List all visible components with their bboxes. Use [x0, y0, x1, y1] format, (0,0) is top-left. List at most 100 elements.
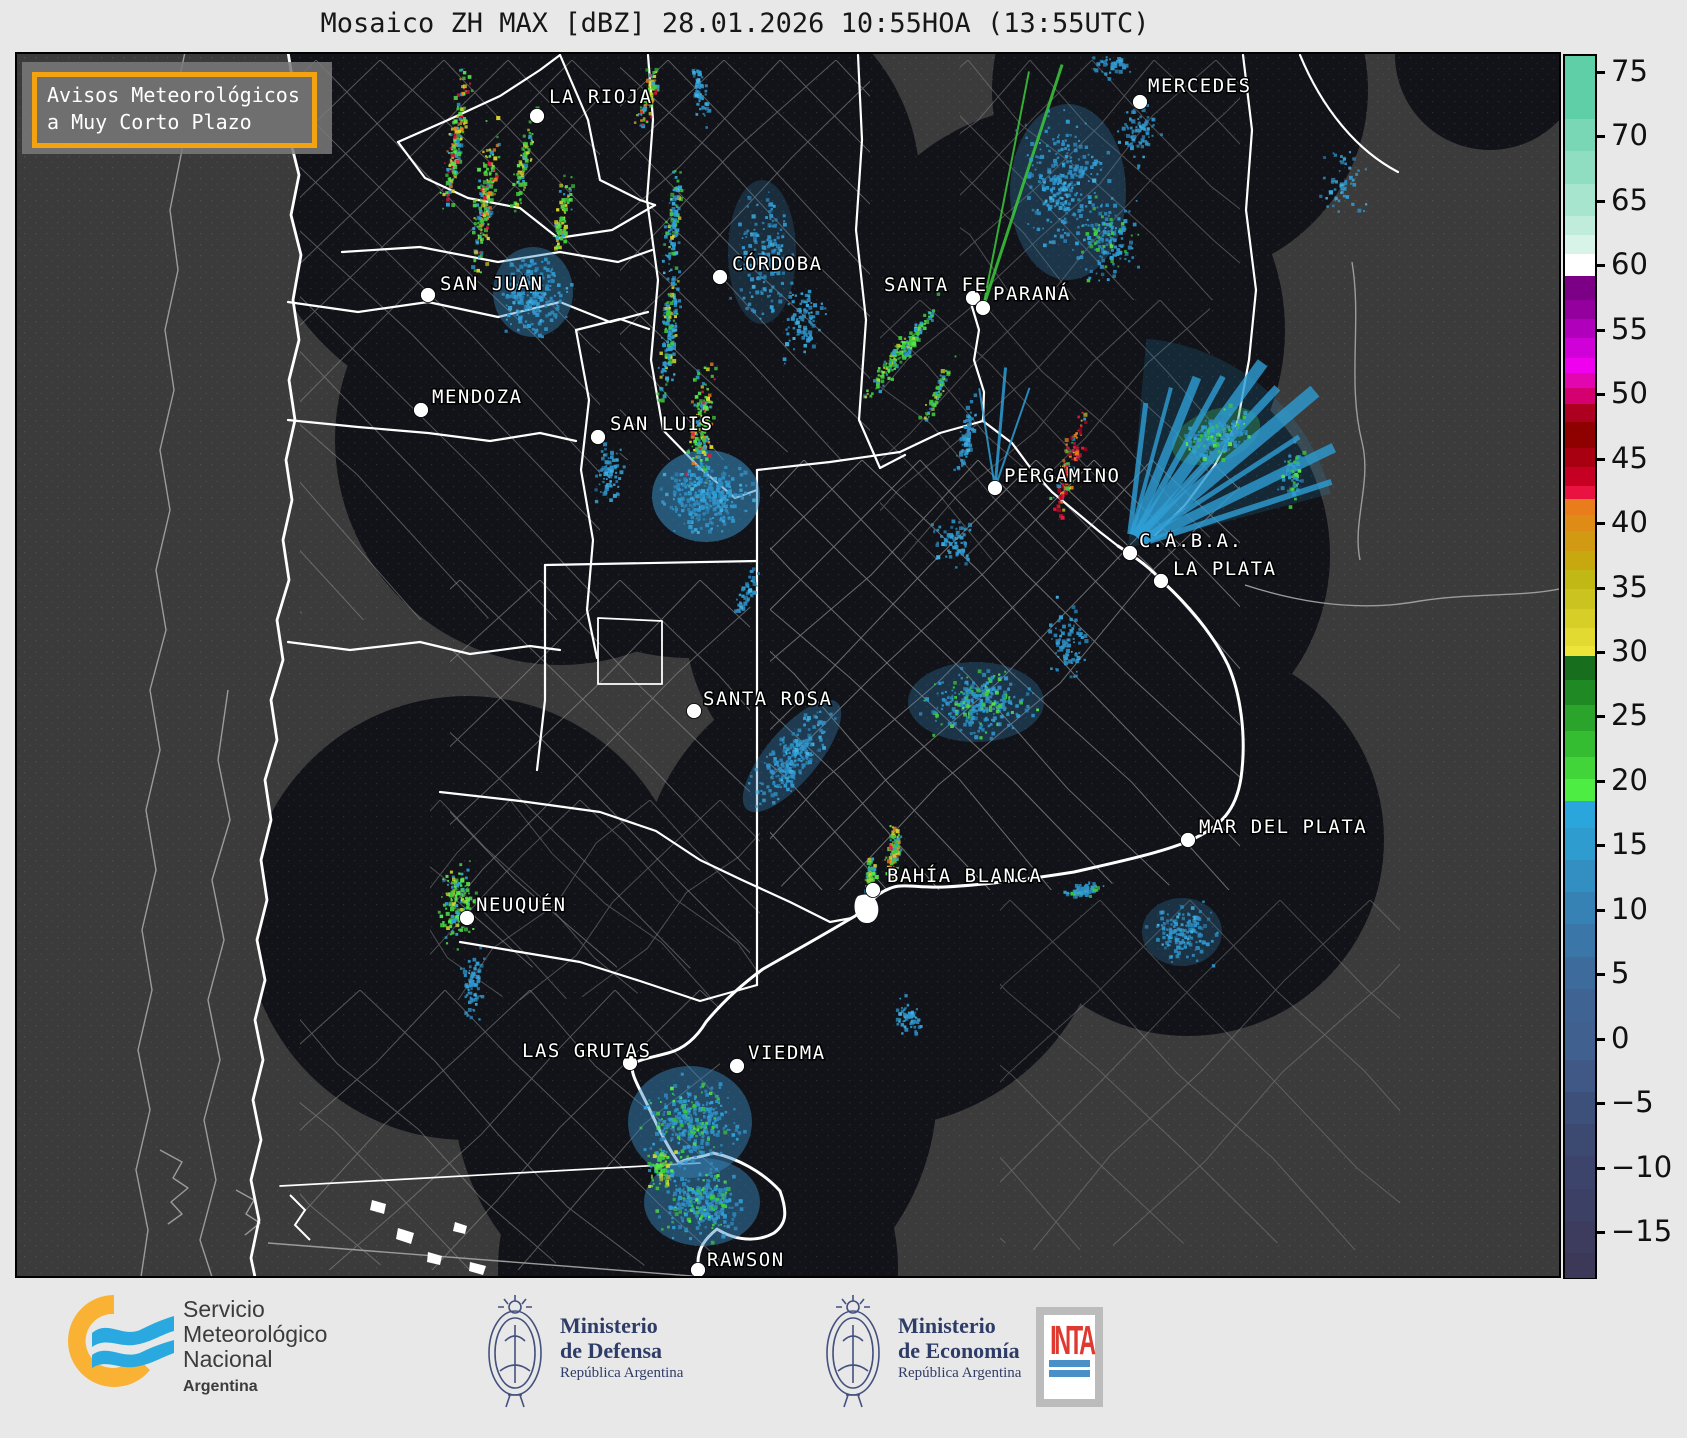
economia-logo-text: Ministerio de Economía República Argenti…: [898, 1313, 1021, 1383]
colorbar-tick-label: −15: [1611, 1213, 1673, 1248]
city-label: MERCEDES: [1148, 75, 1252, 97]
city-label: MENDOZA: [432, 386, 523, 408]
colorbar-tick: [1595, 715, 1605, 719]
colorbar-tick: [1595, 328, 1605, 332]
colorbar-segment: [1565, 859, 1595, 893]
colorbar-tick: [1595, 1102, 1605, 1106]
colorbar-segment: [1565, 1124, 1595, 1157]
colorbar-segment: [1565, 318, 1595, 339]
warning-box-line1: Avisos Meteorológicos: [47, 83, 300, 107]
colorbar-segment: [1565, 800, 1595, 828]
city-label: PERGAMINO: [1004, 465, 1120, 487]
economia-line1: Ministerio: [898, 1313, 996, 1338]
warning-box[interactable]: Avisos Meteorológicos a Muy Corto Plazo: [32, 72, 317, 148]
city-dot: [413, 402, 429, 418]
colorbar-segment: [1565, 827, 1595, 860]
colorbar-segment: [1565, 1188, 1595, 1221]
city-dot: [590, 429, 606, 445]
inta-bar2: [1049, 1370, 1090, 1377]
colorbar-tick-label: −5: [1611, 1085, 1654, 1120]
colorbar-segment: [1565, 1059, 1595, 1092]
colorbar-tick-label: 60: [1611, 247, 1648, 282]
colorbar-segment: [1565, 421, 1595, 448]
smn-line4: Argentina: [183, 1378, 258, 1395]
defensa-line2: de Defensa: [560, 1338, 663, 1363]
city-dot: [420, 287, 436, 303]
colorbar-segment: [1565, 778, 1595, 801]
radar-map: LA RIOJA MERCEDES SAN JUAN CÓRDOBA SANTA FE P…: [15, 52, 1561, 1278]
colorbar-tick: [1595, 457, 1605, 461]
defensa-crest-icon: [488, 1295, 542, 1408]
colorbar-tick: [1595, 1037, 1605, 1041]
city-label: SANTA FE: [884, 274, 988, 296]
city-label: MAR DEL PLATA: [1199, 816, 1367, 838]
city-dot: [529, 108, 545, 124]
colorbar-tick: [1595, 1166, 1605, 1170]
colorbar-tick: [1595, 393, 1605, 397]
colorbar-segment: [1565, 924, 1595, 957]
colorbar-tick-label: 65: [1611, 182, 1648, 217]
colorbar-segment: [1565, 299, 1595, 319]
colorbar-tick-label: 50: [1611, 376, 1648, 411]
defensa-line1: Ministerio: [560, 1313, 658, 1338]
colorbar-segment: [1565, 679, 1595, 706]
colorbar-tick-label: 5: [1611, 956, 1630, 991]
colorbar-segment: [1565, 388, 1595, 404]
colorbar-tick-label: 35: [1611, 569, 1648, 604]
colorbar-segment: [1565, 550, 1595, 571]
city-label: BAHÍA BLANCA: [887, 864, 1042, 887]
colorbar-segment: [1565, 1220, 1595, 1254]
colorbar-segment: [1565, 151, 1595, 184]
economia-line3: República Argentina: [898, 1365, 1022, 1381]
colorbar-segment: [1565, 403, 1595, 422]
colorbar-tick: [1595, 973, 1605, 977]
colorbar-tick-label: 15: [1611, 827, 1648, 862]
colorbar-segment: [1565, 608, 1595, 629]
radar-mosaic-page: Mosaico ZH MAX [dBZ] 28.01.2026 10:55HOA…: [0, 0, 1687, 1438]
city-dot: [686, 703, 702, 719]
colorbar-segment: [1565, 372, 1595, 389]
colorbar-segment: [1565, 589, 1595, 609]
colorbar-segment: [1565, 338, 1595, 358]
city-label: SAN LUIS: [610, 413, 714, 435]
city-dot: [1132, 94, 1148, 110]
smn-logo-text: Servicio Meteorológico Nacional Argentin…: [183, 1297, 327, 1399]
city-label: SAN JUAN: [440, 273, 544, 295]
city-label: RAWSON: [707, 1249, 785, 1271]
city-label: VIEDMA: [748, 1042, 826, 1064]
colorbar-tick-label: 0: [1611, 1020, 1630, 1055]
colorbar-segment: [1565, 892, 1595, 925]
colorbar-tick: [1595, 264, 1605, 268]
colorbar-segment: [1565, 486, 1595, 500]
city-label: SANTA ROSA: [703, 688, 832, 710]
economia-crest-icon: [826, 1295, 880, 1408]
colorbar-segment: [1565, 1253, 1595, 1278]
footer: Servicio Meteorológico Nacional Argentin…: [0, 1279, 1687, 1438]
colorbar-segment: [1565, 119, 1595, 152]
colorbar-segment: [1565, 705, 1595, 732]
inta-label: INTA: [1050, 1319, 1096, 1364]
colorbar-segment: [1565, 514, 1595, 532]
smn-line1: Servicio: [183, 1296, 265, 1322]
warning-box-line2: a Muy Corto Plazo: [47, 110, 252, 134]
colorbar-tick-label: 20: [1611, 762, 1648, 797]
colorbar-segment: [1565, 656, 1595, 680]
smn-line3: Nacional: [183, 1346, 273, 1372]
colorbar-scale: 75 70 65 60 55 50 45 40 35 30 25 20 15 10 5 0 −5 −10 −15: [1595, 54, 1685, 1278]
colorbar-tick: [1595, 844, 1605, 848]
page-title: Mosaico ZH MAX [dBZ] 28.01.2026 10:55HOA…: [320, 8, 1150, 39]
colorbar-tick: [1595, 1230, 1605, 1234]
economia-line2: de Economía: [898, 1338, 1020, 1363]
colorbar-tick: [1595, 71, 1605, 75]
city-label: LAS GRUTAS: [522, 1040, 651, 1062]
colorbar-segment: [1565, 646, 1595, 657]
city-dot: [712, 269, 728, 285]
echo-patch: [908, 662, 1044, 742]
colorbar-segment: [1565, 1091, 1595, 1125]
colorbar-segment: [1565, 499, 1595, 515]
colorbar-tick-label: 25: [1611, 698, 1648, 733]
colorbar-segment: [1565, 570, 1595, 590]
city-label: LA RIOJA: [549, 86, 653, 108]
colorbar-segment: [1565, 276, 1595, 300]
city-dot: [690, 1262, 706, 1276]
